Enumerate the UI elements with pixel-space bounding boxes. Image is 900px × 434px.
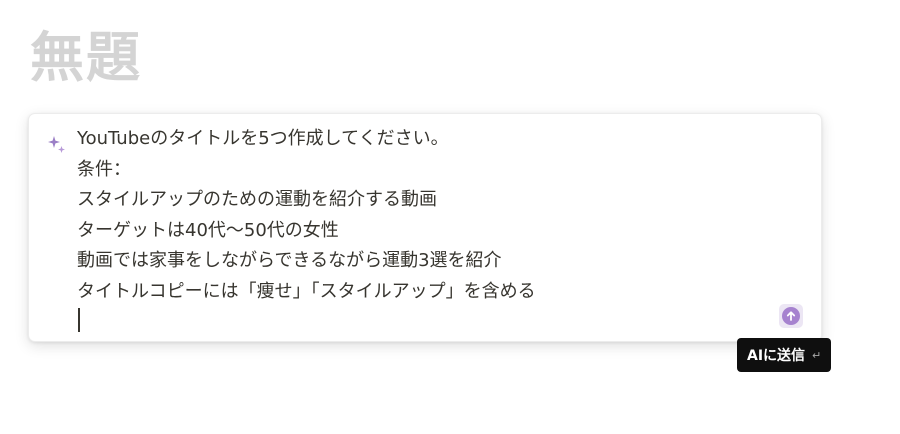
ai-prompt-box[interactable]: YouTubeのタイトルを5つ作成してください。 条件： スタイルアップのための… — [28, 113, 822, 342]
arrow-up-icon — [782, 307, 800, 325]
prompt-line: 条件： — [77, 158, 131, 180]
send-to-ai-button[interactable] — [779, 304, 803, 328]
prompt-line: YouTubeのタイトルを5つ作成してください。 — [77, 128, 449, 149]
prompt-line: タイトルコピーには「痩せ」「スタイルアップ」を含める — [77, 280, 536, 302]
prompt-line: スタイルアップのための運動を紹介する動画 — [77, 189, 437, 210]
prompt-line: 動画では家事をしながらできるながら運動3選を紹介 — [77, 250, 502, 271]
page-title[interactable]: 無題 — [30, 26, 142, 90]
text-caret — [78, 308, 80, 332]
prompt-input[interactable]: YouTubeのタイトルを5つ作成してください。 条件： スタイルアップのための… — [77, 124, 797, 307]
tooltip-label: AIに送信 — [747, 348, 806, 364]
page: 無題 YouTubeのタイトルを5つ作成してください。 条件： スタイルアップの… — [0, 0, 900, 434]
prompt-line: ターゲットは40代〜50代の女性 — [77, 219, 339, 241]
sparkle-icon — [46, 134, 68, 156]
enter-key-icon: ↵ — [812, 348, 822, 362]
send-tooltip: AIに送信 ↵ — [737, 338, 832, 372]
